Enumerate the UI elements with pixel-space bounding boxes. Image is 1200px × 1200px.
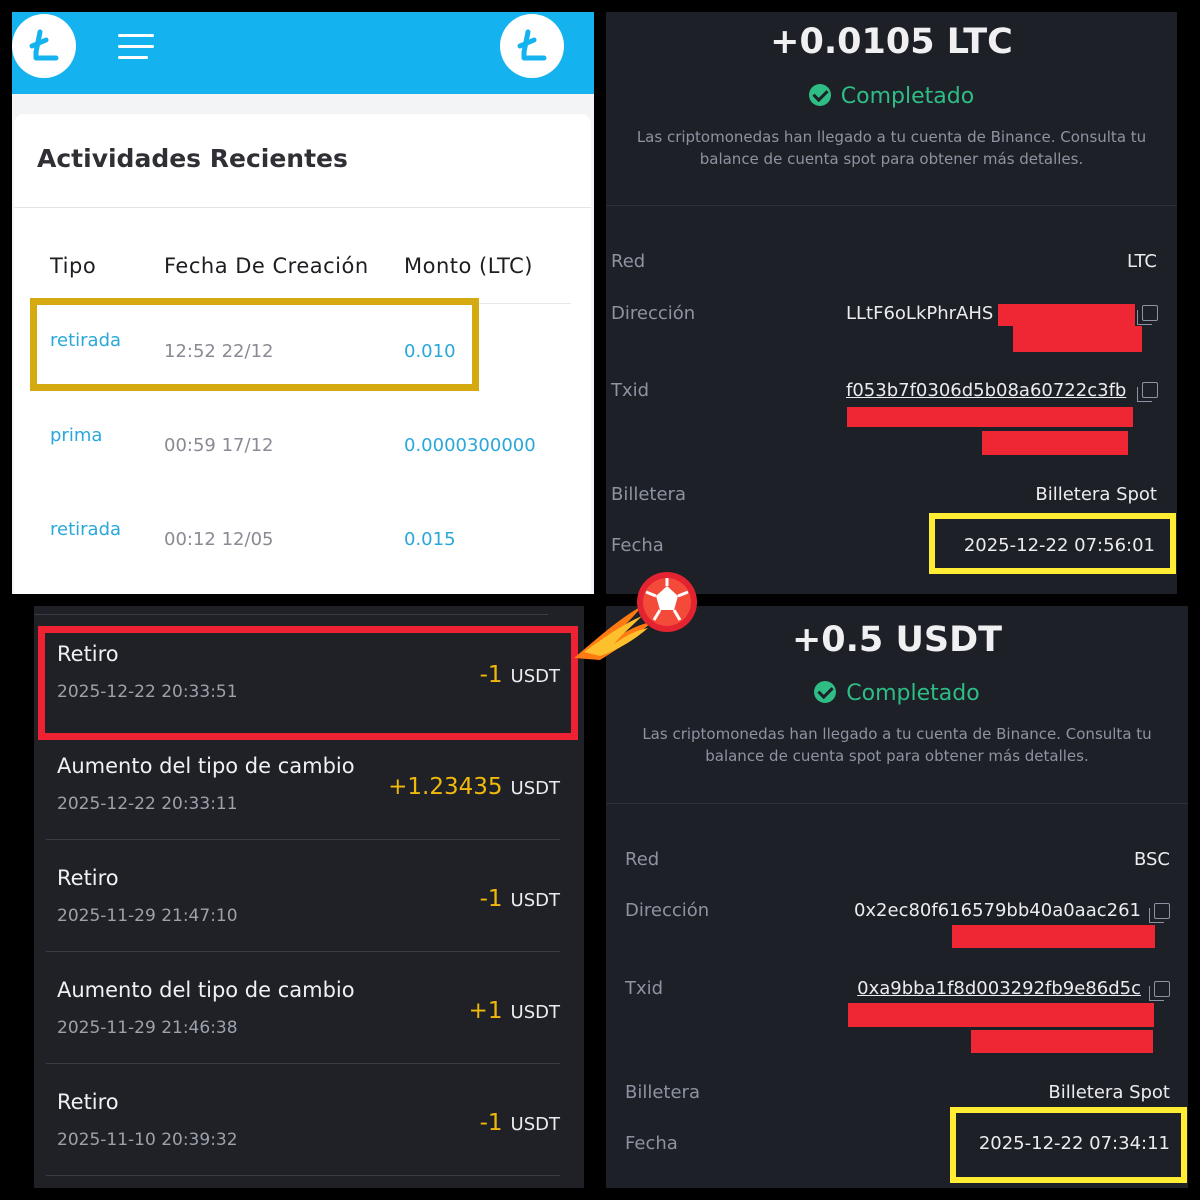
redaction-bar (998, 304, 1135, 326)
transaction-amount: -1 USDT (480, 1110, 560, 1136)
transaction-date: 2025-11-10 20:39:32 (57, 1130, 238, 1150)
deposit-amount: +0.0105 LTC (770, 22, 1013, 62)
list-item[interactable]: Retiro 2025-11-29 21:47:10 -1 USDT (34, 840, 584, 952)
transaction-amount: +1 USDT (469, 998, 560, 1024)
redaction-bar (982, 431, 1128, 455)
status-badge: Completado (606, 84, 1177, 109)
transaction-title: Retiro (57, 1090, 119, 1114)
redaction-bar (848, 1003, 1154, 1027)
network-label: Red (625, 849, 660, 870)
address-value[interactable]: LLtF6oLkPhrAHS (846, 303, 993, 324)
wallet-label: Billetera (611, 484, 686, 505)
highlight-box-withdrawal (30, 298, 479, 391)
transaction-amount: +1.23435 USDT (388, 774, 560, 800)
redaction-bar (971, 1030, 1153, 1053)
transaction-title: Aumento del tipo de cambio (57, 754, 355, 778)
amount-unit: USDT (510, 778, 560, 799)
column-header-type: Tipo (50, 254, 97, 278)
litecoin-avatar-icon[interactable] (500, 14, 564, 78)
hamburger-menu-icon[interactable] (118, 32, 156, 64)
description-line: balance de cuenta spot para obtener más … (705, 747, 1089, 765)
highlight-box-withdrawal (38, 626, 578, 740)
divider (606, 205, 1177, 206)
amount-value: -1 (479, 886, 503, 912)
copy-icon[interactable] (1137, 305, 1158, 325)
transaction-date: 2025-11-29 21:46:38 (57, 1018, 238, 1038)
deposit-description: Las criptomonedas han llegado a tu cuent… (606, 723, 1188, 767)
redaction-bar (847, 407, 1133, 427)
txid-link[interactable]: 0xa9bba1f8d003292fb9e86d5c (857, 978, 1141, 999)
divider (34, 614, 548, 615)
faucet-header (12, 12, 594, 94)
redaction-bar (1013, 326, 1142, 352)
list-item[interactable]: Aumento del tipo de cambio 2025-11-29 21… (34, 952, 584, 1064)
amount-unit: USDT (510, 1002, 560, 1023)
description-line: Las criptomonedas han llegado a tu cuent… (642, 725, 1152, 743)
date-label: Fecha (625, 1133, 678, 1154)
transaction-amount: -1 USDT (480, 886, 560, 912)
list-item[interactable]: Retiro 2025-11-10 20:39:32 -1 USDT (34, 1064, 584, 1176)
faucet-panel: Actividades Recientes Tipo Fecha De Crea… (12, 12, 594, 594)
deposit-description: Las criptomonedas han llegado a tu cuent… (606, 126, 1177, 170)
wallet-value: Billetera Spot (1048, 1082, 1170, 1103)
transaction-history-panel: Retiro 2025-12-22 20:33:51 -1 USDT Aument… (12, 606, 594, 1188)
status-text: Completado (846, 681, 980, 706)
divider (46, 1175, 560, 1176)
network-label: Red (611, 251, 646, 272)
description-line: Las criptomonedas han llegado a tu cuent… (636, 128, 1147, 146)
row-date: 00:12 12/05 (164, 529, 274, 550)
copy-icon[interactable] (1149, 981, 1170, 1001)
row-amount: 0.0000300000 (404, 435, 536, 456)
row-amount: 0.015 (404, 529, 456, 550)
highlight-box-date (950, 1107, 1187, 1183)
address-label: Dirección (625, 900, 710, 921)
divider (606, 803, 1188, 804)
network-value: BSC (1133, 849, 1170, 870)
address-value[interactable]: 0x2ec80f616579bb40a0aac261 (854, 900, 1141, 921)
redaction-bar (952, 925, 1155, 948)
amount-value: +1.23435 (388, 774, 503, 800)
check-circle-icon (808, 84, 831, 106)
transaction-date: 2025-12-22 20:33:11 (57, 794, 238, 814)
check-circle-icon (814, 681, 837, 703)
transaction-title: Aumento del tipo de cambio (57, 978, 355, 1002)
row-type: retirada (50, 519, 122, 540)
txid-label: Txid (611, 380, 650, 401)
column-header-amount: Monto (LTC) (404, 254, 533, 278)
status-text: Completado (840, 84, 975, 109)
description-line: balance de cuenta spot para obtener más … (699, 150, 1084, 168)
amount-value: +1 (468, 998, 503, 1024)
txid-link[interactable]: f053b7f0306d5b08a60722c3fb (846, 380, 1126, 401)
column-header-date: Fecha De Creación (164, 254, 369, 278)
amount-unit: USDT (510, 1114, 560, 1135)
card-title: Actividades Recientes (37, 144, 348, 173)
address-label: Dirección (611, 303, 696, 324)
transaction-title: Retiro (57, 866, 119, 890)
status-badge: Completado (606, 681, 1188, 706)
row-date: 00:59 17/12 (164, 435, 274, 456)
highlight-box-date (929, 513, 1176, 574)
copy-icon[interactable] (1137, 382, 1158, 402)
divider (14, 207, 591, 208)
transaction-date: 2025-11-29 21:47:10 (57, 906, 238, 926)
date-label: Fecha (611, 535, 664, 556)
amount-unit: USDT (510, 890, 560, 911)
usdt-deposit-panel: +0.5 USDT Completado Las criptomonedas h… (606, 606, 1188, 1188)
amount-value: -1 (479, 1110, 503, 1136)
wallet-label: Billetera (625, 1082, 700, 1103)
recent-activity-card: Actividades Recientes Tipo Fecha De Crea… (14, 114, 591, 594)
copy-icon[interactable] (1149, 903, 1170, 923)
flaming-ball-icon (574, 572, 697, 660)
wallet-value: Billetera Spot (1035, 484, 1157, 505)
list-item[interactable]: Aumento del tipo de cambio 2025-12-22 20… (34, 728, 584, 840)
ltc-deposit-panel: +0.0105 LTC Completado Las criptomonedas… (606, 12, 1177, 594)
network-value: LTC (1126, 251, 1157, 272)
litecoin-logo-icon[interactable] (12, 14, 76, 78)
row-type: prima (50, 425, 103, 446)
txid-label: Txid (625, 978, 664, 999)
